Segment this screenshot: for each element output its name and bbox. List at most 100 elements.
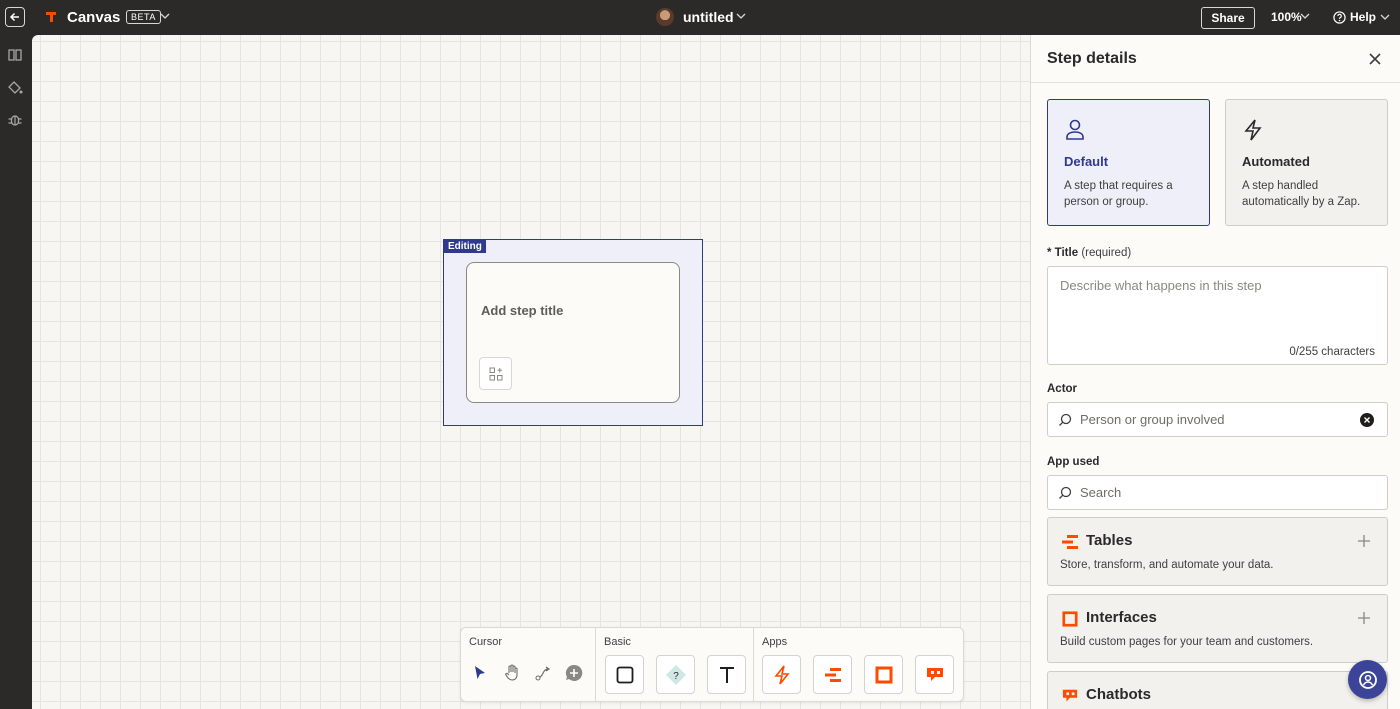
- title-char-count: 0/255 characters: [1289, 346, 1375, 358]
- step-type-automated[interactable]: Automated A step handled automatically b…: [1225, 99, 1388, 226]
- actor-placeholder: Person or group involved: [1080, 412, 1225, 427]
- connector-tool[interactable]: [533, 662, 555, 684]
- step-title-placeholder[interactable]: Add step title: [481, 303, 563, 318]
- assistant-chat-icon: [1358, 670, 1377, 689]
- comment-tool[interactable]: [563, 662, 585, 684]
- book-icon[interactable]: [6, 46, 24, 64]
- cursor-section-label: Cursor: [469, 636, 503, 648]
- step-type-automated-desc: A step handled automatically by a Zap.: [1242, 180, 1361, 208]
- chatbots-app-button[interactable]: [915, 655, 954, 694]
- title-chevron-down-icon[interactable]: [736, 12, 746, 20]
- person-icon: [1066, 119, 1084, 140]
- text-t-icon: [719, 666, 734, 683]
- tables-icon: [824, 667, 841, 682]
- beta-badge: BETA: [126, 10, 161, 24]
- zoom-chevron-down-icon[interactable]: [1300, 12, 1310, 20]
- help-button[interactable]: Help: [1333, 10, 1390, 24]
- help-label: Help: [1350, 10, 1377, 24]
- close-icon[interactable]: [1367, 51, 1383, 67]
- lightning-bolt-icon: [1244, 119, 1262, 141]
- step-card[interactable]: Add step title: [466, 262, 680, 403]
- arrow-left-icon: [9, 12, 19, 22]
- interfaces-icon: [1062, 611, 1078, 627]
- search-icon: [1059, 413, 1072, 426]
- apps-section: Apps: [753, 628, 963, 701]
- text-tool-button[interactable]: [707, 655, 746, 694]
- paint-bucket-icon[interactable]: [6, 79, 24, 97]
- tables-icon: [1062, 535, 1078, 549]
- app-search-placeholder: Search: [1080, 485, 1122, 500]
- canvas-area[interactable]: Editing Add step title Cursor Basic ? Ap…: [32, 35, 1030, 709]
- bug-icon[interactable]: [6, 111, 24, 129]
- app-used-label: App used: [1047, 456, 1100, 468]
- app-name-tables: Tables: [1086, 532, 1133, 549]
- title-field-label: * Title (required): [1047, 247, 1131, 259]
- cursor-section: Cursor: [461, 628, 595, 701]
- left-sidebar: [0, 35, 32, 709]
- step-type-automated-name: Automated: [1242, 154, 1310, 169]
- step-details-panel: Step details Default A step that require…: [1030, 35, 1400, 709]
- bottom-toolbar: Cursor Basic ? Apps: [460, 627, 964, 702]
- apps-section-label: Apps: [762, 636, 788, 648]
- help-circle-icon: [1333, 10, 1346, 24]
- top-bar: Canvas BETA untitled Share 100% Help: [0, 0, 1400, 35]
- back-button[interactable]: [5, 7, 25, 27]
- chatbots-icon: [1062, 689, 1078, 702]
- step-type-default[interactable]: Default A step that requires a person or…: [1047, 99, 1210, 226]
- basic-section: Basic ?: [595, 628, 753, 701]
- search-icon: [1059, 486, 1072, 499]
- pointer-icon: [475, 666, 485, 679]
- add-grid-icon: [489, 367, 502, 380]
- app-name: Canvas: [67, 9, 121, 26]
- help-chevron-down-icon: [1380, 14, 1390, 20]
- title-placeholder: Describe what happens in this step: [1060, 278, 1262, 293]
- app-option-chatbots[interactable]: Chatbots: [1047, 671, 1388, 709]
- zoom-level[interactable]: 100%: [1271, 10, 1302, 24]
- assistant-button[interactable]: [1348, 660, 1387, 699]
- app-desc-interfaces: Build custom pages for your team and cus…: [1060, 636, 1314, 648]
- clear-x-circle-icon[interactable]: [1360, 413, 1374, 427]
- user-avatar[interactable]: [656, 8, 674, 26]
- zapier-canvas-logo-icon: [46, 12, 56, 22]
- interfaces-app-button[interactable]: [864, 655, 903, 694]
- app-option-interfaces[interactable]: Interfaces Build custom pages for your t…: [1047, 594, 1388, 663]
- hand-icon: [505, 664, 518, 681]
- decision-diamond-icon: ?: [665, 664, 686, 685]
- decision-shape-button[interactable]: ?: [656, 655, 695, 694]
- add-comment-icon: [565, 664, 583, 681]
- add-app-button[interactable]: [479, 357, 512, 390]
- editing-label: Editing: [444, 240, 486, 253]
- app-name-chatbots: Chatbots: [1086, 686, 1151, 703]
- basic-section-label: Basic: [604, 636, 631, 648]
- actor-label: Actor: [1047, 383, 1078, 395]
- connector-arrow-icon: [535, 666, 551, 681]
- app-search-input[interactable]: Search: [1047, 475, 1388, 510]
- pan-tool[interactable]: [501, 662, 523, 684]
- app-name-interfaces: Interfaces: [1086, 609, 1157, 626]
- select-tool[interactable]: [469, 662, 491, 684]
- svg-text:?: ?: [673, 671, 679, 682]
- zap-app-button[interactable]: [762, 655, 801, 694]
- square-icon: [616, 666, 633, 683]
- step-type-default-desc: A step that requires a person or group.: [1064, 180, 1173, 208]
- app-option-tables[interactable]: Tables Store, transform, and automate yo…: [1047, 517, 1388, 586]
- app-desc-tables: Store, transform, and automate your data…: [1060, 559, 1274, 571]
- document-title[interactable]: untitled: [683, 9, 734, 25]
- actor-input[interactable]: Person or group involved: [1047, 402, 1388, 437]
- title-required-hint: (required): [1081, 247, 1132, 259]
- panel-title: Step details: [1047, 50, 1137, 67]
- interfaces-icon: [875, 666, 892, 683]
- lightning-bolt-icon: [773, 665, 790, 684]
- title-label-text: * Title: [1047, 247, 1079, 259]
- step-type-default-name: Default: [1064, 154, 1109, 169]
- tables-app-button[interactable]: [813, 655, 852, 694]
- plus-icon[interactable]: [1357, 611, 1371, 625]
- plus-icon[interactable]: [1357, 534, 1371, 548]
- step-shape-button[interactable]: [605, 655, 644, 694]
- editing-step-frame[interactable]: Editing Add step title: [443, 239, 703, 426]
- panel-header: Step details: [1031, 35, 1400, 83]
- title-textarea[interactable]: Describe what happens in this step 0/255…: [1047, 266, 1388, 365]
- share-button[interactable]: Share: [1201, 7, 1255, 29]
- app-menu-chevron-down-icon[interactable]: [160, 12, 170, 20]
- chatbots-icon: [926, 667, 943, 681]
